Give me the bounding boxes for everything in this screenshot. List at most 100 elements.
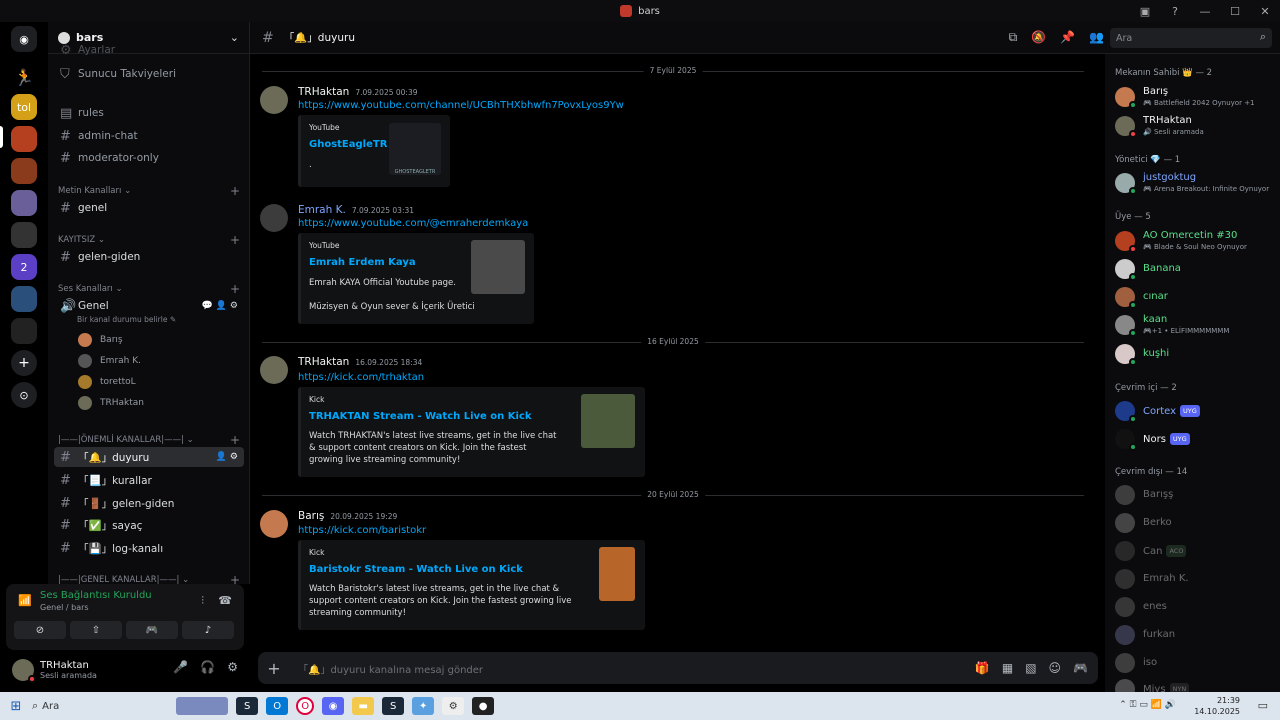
server-icon[interactable] bbox=[11, 222, 37, 248]
soundboard-button[interactable]: ♪ bbox=[182, 621, 234, 639]
avatar[interactable] bbox=[12, 659, 36, 683]
explore-icon[interactable]: ⊙ bbox=[11, 382, 37, 408]
channel-genel[interactable]: # genel bbox=[54, 198, 244, 218]
voice-channel-genel[interactable]: 🔊 Genel 💬 👤 ⚙ bbox=[54, 296, 244, 316]
channel-sayac[interactable]: # 「✅」sayaç bbox=[54, 515, 244, 535]
disconnect-icon[interactable]: ☎ bbox=[218, 594, 232, 607]
add-attachment-icon[interactable]: + bbox=[258, 659, 290, 678]
clock[interactable]: 21:39 14.10.2025 bbox=[1194, 695, 1240, 717]
voice-user[interactable]: TRHaktan bbox=[78, 394, 144, 412]
channel-settings-icons[interactable]: 👤 ⚙ bbox=[216, 452, 238, 462]
channel-log-kanali[interactable]: # 「💾」log-kanalı bbox=[54, 538, 244, 558]
help-icon[interactable]: ? bbox=[1160, 5, 1190, 18]
steam-icon[interactable]: S bbox=[382, 697, 405, 715]
message-link[interactable]: https://kick.com/baristokr bbox=[298, 525, 426, 536]
avatar[interactable] bbox=[260, 86, 288, 114]
embed-thumbnail[interactable]: GHOSTEAGLETR bbox=[389, 123, 441, 175]
add-server-icon[interactable]: + bbox=[11, 350, 37, 376]
member-item[interactable]: kuşhi bbox=[1115, 341, 1275, 367]
camera-button[interactable]: ⊘ bbox=[14, 621, 66, 639]
member-item[interactable]: Nors UYG bbox=[1115, 426, 1275, 452]
channel-rules[interactable]: ▤ rules bbox=[54, 103, 244, 123]
member-item[interactable]: Miys NYN bbox=[1115, 676, 1275, 692]
noise-suppression-icon[interactable]: ⫶ bbox=[201, 594, 204, 608]
members-icon[interactable]: 👥 bbox=[1089, 30, 1104, 45]
avatar[interactable] bbox=[260, 204, 288, 232]
opera-icon[interactable]: O bbox=[296, 697, 315, 715]
gif-icon[interactable]: ▦ bbox=[1002, 661, 1013, 675]
minimize-button[interactable]: — bbox=[1190, 5, 1220, 18]
category-important[interactable]: |——|ÖNEMLİ KANALLAR|——| ⌄ + bbox=[58, 433, 240, 447]
server-icon[interactable]: tol bbox=[11, 94, 37, 120]
embed-thumbnail[interactable] bbox=[599, 547, 635, 601]
member-item[interactable]: TRHaktan 🔊 Sesli aramada bbox=[1115, 113, 1275, 139]
member-item[interactable]: Barış 🎮 Battlefield 2042 Oynuyor +1 bbox=[1115, 84, 1275, 110]
sticker-icon[interactable]: ▧ bbox=[1025, 661, 1036, 675]
obs-icon[interactable]: ● bbox=[472, 697, 495, 715]
member-item[interactable]: Can ACO bbox=[1115, 538, 1275, 564]
channel-gelen-giden[interactable]: # gelen-giden bbox=[54, 247, 244, 267]
embed-thumbnail[interactable] bbox=[471, 240, 525, 294]
embed-title[interactable]: GhostEagleTR bbox=[309, 139, 387, 150]
voice-channel-actions[interactable]: 💬 👤 ⚙ bbox=[202, 301, 238, 311]
member-item[interactable]: enes bbox=[1115, 594, 1275, 620]
server-icon[interactable] bbox=[11, 158, 37, 184]
tray-icons[interactable]: ⌃ ⚿ ▭ 📶 🔊 bbox=[1119, 700, 1176, 710]
member-item[interactable]: kaan 🎮+1 • ELİFIMMMMMMM bbox=[1115, 312, 1275, 338]
server-icon[interactable]: 🏃 bbox=[11, 64, 37, 90]
microphone-icon[interactable]: 🎤 bbox=[173, 660, 188, 674]
channel-admin-chat[interactable]: # admin-chat bbox=[54, 126, 244, 146]
server-icon-bars[interactable] bbox=[11, 126, 37, 152]
add-channel-icon[interactable]: + bbox=[230, 573, 240, 584]
pin-icon[interactable]: 📌 bbox=[1060, 30, 1075, 45]
message-link[interactable]: https://kick.com/trhaktan bbox=[298, 372, 424, 383]
avatar[interactable] bbox=[260, 510, 288, 538]
channel-boosts[interactable]: ⛉ Sunucu Takviyeleri bbox=[54, 64, 244, 84]
screenshare-button[interactable]: ⇧ bbox=[70, 621, 122, 639]
voice-user[interactable]: Barış bbox=[78, 331, 123, 349]
channel-duyuru[interactable]: # 「🔔」duyuru 👤 ⚙ bbox=[54, 447, 244, 467]
category-general[interactable]: |——|GENEL KANALLAR|——| ⌄ + bbox=[58, 573, 240, 584]
server-icon[interactable] bbox=[11, 190, 37, 216]
voice-location[interactable]: Genel / bars bbox=[40, 603, 89, 612]
add-channel-icon[interactable]: + bbox=[230, 233, 240, 247]
close-button[interactable]: ✕ bbox=[1250, 5, 1280, 18]
member-item[interactable]: AO Omercetin #30 🎮 Blade & Soul Neo Oynuy… bbox=[1115, 228, 1275, 254]
discord-icon[interactable]: ◉ bbox=[322, 697, 345, 715]
message-author[interactable]: TRHaktan 16.09.2025 18:34 bbox=[298, 356, 422, 368]
settings-icon[interactable]: ⚙ bbox=[442, 697, 465, 715]
member-item[interactable]: iso bbox=[1115, 650, 1275, 676]
steam-icon[interactable]: S bbox=[236, 697, 259, 715]
voice-status-hint[interactable]: Bir kanal durumu belirle ✎ bbox=[77, 315, 176, 324]
add-channel-icon[interactable]: + bbox=[230, 184, 240, 198]
activity-button[interactable]: 🎮 bbox=[126, 621, 178, 639]
server-icon[interactable]: 2 bbox=[11, 254, 37, 280]
message-author[interactable]: Barış 20.09.2025 19:29 bbox=[298, 510, 397, 522]
voice-user[interactable]: Emrah K. bbox=[78, 352, 141, 370]
message-author[interactable]: TRHaktan 7.09.2025 00:39 bbox=[298, 86, 418, 98]
message-link[interactable]: https://www.youtube.com/channel/UCBhTHXb… bbox=[298, 100, 624, 111]
add-channel-icon[interactable]: + bbox=[230, 433, 240, 447]
apps-icon[interactable]: 🎮 bbox=[1073, 661, 1088, 675]
avatar[interactable] bbox=[260, 356, 288, 384]
outlook-icon[interactable]: O bbox=[266, 697, 289, 715]
windows-start-icon[interactable]: ⊞ bbox=[0, 699, 32, 714]
widgets-icon[interactable] bbox=[176, 697, 229, 715]
search-input[interactable]: Ara ⌕ bbox=[1110, 28, 1272, 48]
member-item[interactable]: Emrah K. bbox=[1115, 566, 1275, 592]
folder-icon[interactable]: ▬ bbox=[352, 697, 375, 715]
category-voice[interactable]: Ses Kanalları ⌄ + bbox=[58, 282, 240, 296]
voice-user[interactable]: torettoL bbox=[78, 373, 136, 391]
message-link[interactable]: https://www.youtube.com/@emraherdemkaya bbox=[298, 218, 528, 229]
member-item[interactable]: justgoktug 🎮 Arena Breakout: Infinite Oyn… bbox=[1115, 170, 1275, 196]
server-icon[interactable] bbox=[11, 286, 37, 312]
member-item[interactable]: Banana bbox=[1115, 256, 1275, 282]
gift-icon[interactable]: 🎁 bbox=[975, 661, 990, 675]
member-item[interactable]: furkan bbox=[1115, 622, 1275, 648]
voice-status[interactable]: Ses Bağlantısı Kuruldu bbox=[40, 590, 152, 601]
gear-icon[interactable]: ⚙ bbox=[227, 660, 238, 674]
channel-moderator-only[interactable]: # moderator-only bbox=[54, 148, 244, 168]
emoji-icon[interactable]: ☺ bbox=[1049, 661, 1062, 675]
embed-title[interactable]: Emrah Erdem Kaya bbox=[309, 257, 416, 268]
message-input[interactable]: 「🔔」duyuru kanalına mesaj gönder bbox=[298, 661, 483, 676]
